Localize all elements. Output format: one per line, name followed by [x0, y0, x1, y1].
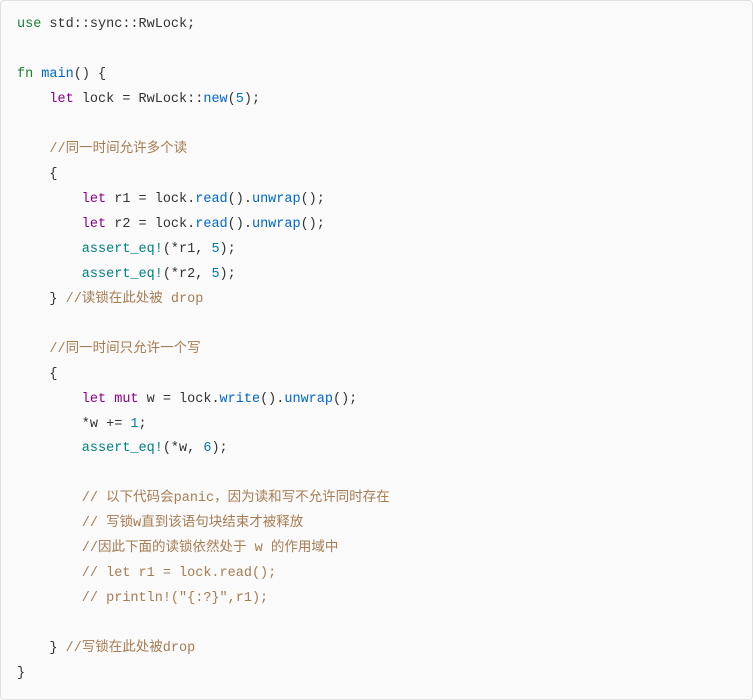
code-text: lock = RwLock:: [74, 92, 204, 107]
code-text: (*r2, [163, 267, 212, 282]
number-literal: 1 [130, 417, 138, 432]
code-text: r1 = lock. [106, 192, 195, 207]
code-text: r2 = lock. [106, 217, 195, 232]
code-text: (). [260, 392, 284, 407]
method-name: unwrap [252, 192, 301, 207]
code-text: { [17, 367, 58, 382]
code-text: } [17, 666, 25, 681]
method-name: read [195, 217, 227, 232]
macro-name: assert_eq! [17, 267, 163, 282]
code-text: w = lock. [139, 392, 220, 407]
code-text: ( [228, 92, 236, 107]
keyword-let: let [17, 192, 106, 207]
code-text: std::sync::RwLock; [41, 17, 195, 32]
keyword-mut: mut [106, 392, 138, 407]
method-name: read [195, 192, 227, 207]
number-literal: 5 [211, 267, 219, 282]
comment: // println!("{:?}",r1); [17, 591, 268, 606]
code-text: ); [211, 441, 227, 456]
function-name: main [33, 67, 74, 82]
code-text: } [17, 641, 66, 656]
keyword-let: let [17, 392, 106, 407]
code-text: ); [220, 267, 236, 282]
comment: // 以下代码会panic，因为读和写不允许同时存在 [17, 491, 390, 506]
method-name: unwrap [252, 217, 301, 232]
code-text: (*w, [163, 441, 204, 456]
comment: // let r1 = lock.read(); [17, 566, 276, 581]
method-name: new [203, 92, 227, 107]
code-text: { [17, 167, 58, 182]
code-block: use std::sync::RwLock; fn main() { let l… [0, 0, 753, 700]
comment: //同一时间只允许一个写 [17, 342, 201, 357]
code-text: () { [74, 67, 106, 82]
keyword-let: let [17, 92, 74, 107]
comment: //同一时间允许多个读 [17, 142, 187, 157]
code-text: (). [228, 192, 252, 207]
number-literal: 5 [211, 242, 219, 257]
comment: //写锁在此处被drop [66, 641, 196, 656]
method-name: unwrap [284, 392, 333, 407]
macro-name: assert_eq! [17, 441, 163, 456]
code-text: *w += [17, 417, 130, 432]
keyword-let: let [17, 217, 106, 232]
comment: //读锁在此处被 drop [66, 292, 204, 307]
code-text: ); [244, 92, 260, 107]
code-text: } [17, 292, 66, 307]
method-name: write [220, 392, 261, 407]
number-literal: 5 [236, 92, 244, 107]
code-text: (*r1, [163, 242, 212, 257]
code-text: ; [139, 417, 147, 432]
comment: // 写锁w直到该语句块结束才被释放 [17, 516, 303, 531]
keyword-fn: fn [17, 67, 33, 82]
code-text: ); [220, 242, 236, 257]
keyword-use: use [17, 17, 41, 32]
code-text: (); [333, 392, 357, 407]
code-content: use std::sync::RwLock; fn main() { let l… [17, 13, 736, 687]
code-text: (); [301, 217, 325, 232]
code-text: (); [301, 192, 325, 207]
comment: //因此下面的读锁依然处于 w 的作用域中 [17, 541, 338, 556]
macro-name: assert_eq! [17, 242, 163, 257]
code-text: (). [228, 217, 252, 232]
